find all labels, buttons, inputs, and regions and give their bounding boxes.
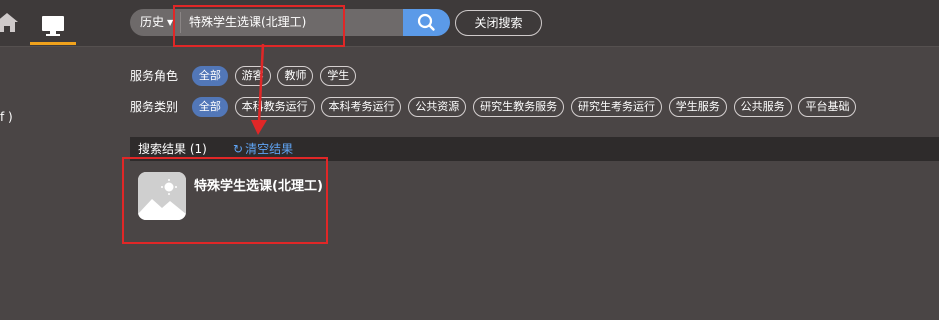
annotation-frame-search <box>173 5 345 47</box>
desktop-nav[interactable] <box>30 9 76 45</box>
refresh-icon: ↻ <box>233 142 244 156</box>
home-icon <box>0 13 18 32</box>
filter-row-category: 服务类别 全部 本科教务运行 本科考务运行 公共资源 研究生教务服务 研究生考务… <box>130 97 859 117</box>
chip-cat-public-resources[interactable]: 公共资源 <box>408 97 467 117</box>
search-button[interactable] <box>403 9 450 36</box>
top-bar: 历史 ▼ 特殊学生选课(北理工) 关闭搜索 <box>0 0 939 47</box>
active-tab-underline <box>30 42 76 45</box>
left-panel-fragment: f ) <box>0 110 13 124</box>
filter-label-role: 服务角色 <box>130 69 179 83</box>
clear-results-label: 清空结果 <box>245 142 294 156</box>
history-label: 历史 <box>140 15 165 29</box>
chip-role-all[interactable]: 全部 <box>191 66 228 86</box>
chip-cat-undergrad-exam[interactable]: 本科考务运行 <box>321 97 402 117</box>
chip-cat-public-services[interactable]: 公共服务 <box>733 97 792 117</box>
desktop-icon <box>42 16 64 36</box>
home-nav[interactable] <box>0 10 20 36</box>
annotation-frame-result <box>122 157 328 244</box>
annotation-arrow <box>251 43 267 135</box>
history-dropdown[interactable]: 历史 ▼ <box>140 9 173 36</box>
filter-label-category: 服务类别 <box>130 100 179 114</box>
close-search-button[interactable]: 关闭搜索 <box>455 10 542 36</box>
chip-cat-student-services[interactable]: 学生服务 <box>668 97 727 117</box>
chip-cat-all[interactable]: 全部 <box>191 97 228 117</box>
chip-cat-grad-exam[interactable]: 研究生考务运行 <box>570 97 662 117</box>
chip-role-teacher[interactable]: 教师 <box>277 66 314 86</box>
chip-role-student[interactable]: 学生 <box>320 66 357 86</box>
chip-cat-grad-teaching[interactable]: 研究生教务服务 <box>473 97 565 117</box>
search-icon <box>417 13 435 31</box>
chip-cat-platform[interactable]: 平台基础 <box>798 97 857 117</box>
